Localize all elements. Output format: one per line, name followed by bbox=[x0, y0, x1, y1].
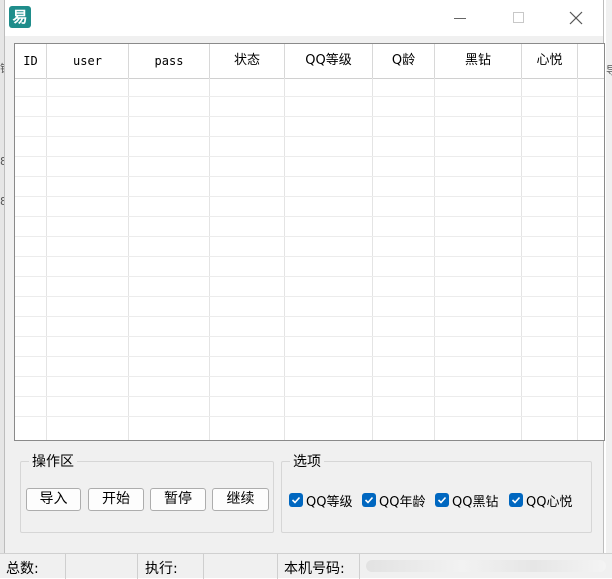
start-button[interactable]: 开始 bbox=[88, 488, 144, 511]
column-header-status[interactable]: 状态 bbox=[210, 44, 285, 78]
column-gridline bbox=[372, 78, 373, 440]
operations-legend: 操作区 bbox=[32, 454, 74, 470]
accounts-table[interactable]: ID user pass 状态 QQ等级 Q龄 黑钻 心悦 bbox=[14, 43, 605, 441]
total-count-label: 总数: bbox=[6, 561, 39, 577]
background-text-fragment: 导 bbox=[606, 64, 612, 77]
continue-button[interactable]: 继续 bbox=[212, 488, 269, 511]
status-divider bbox=[359, 554, 360, 579]
checkbox-qq-age[interactable]: QQ年龄 bbox=[362, 490, 425, 510]
status-bar: 总数: 执行: 本机号码: bbox=[0, 553, 612, 579]
row-gridline bbox=[15, 96, 604, 97]
row-gridline bbox=[15, 116, 604, 117]
row-gridline bbox=[15, 196, 604, 197]
column-header-id[interactable]: ID bbox=[15, 44, 47, 78]
column-header-xinyue[interactable]: 心悦 bbox=[522, 44, 578, 78]
row-gridline bbox=[15, 336, 604, 337]
row-gridline bbox=[15, 276, 604, 277]
app-icon[interactable]: 易 bbox=[9, 6, 31, 28]
checkbox-checked-icon[interactable] bbox=[362, 493, 376, 507]
column-header-q-age[interactable]: Q龄 bbox=[373, 44, 435, 78]
column-header-qq-level[interactable]: QQ等级 bbox=[285, 44, 373, 78]
checkbox-qq-xinyue[interactable]: QQ心悦 bbox=[509, 490, 572, 510]
close-button[interactable] bbox=[553, 0, 599, 36]
status-divider bbox=[277, 554, 278, 579]
status-divider bbox=[65, 554, 66, 579]
column-header-pass[interactable]: pass bbox=[129, 44, 210, 78]
maximize-button[interactable] bbox=[495, 0, 541, 36]
minimize-button[interactable] bbox=[437, 0, 483, 36]
column-gridline bbox=[577, 78, 578, 440]
row-gridline bbox=[15, 236, 604, 237]
title-bar[interactable]: 易 bbox=[5, 0, 603, 36]
checkbox-qq-black-diamond[interactable]: QQ黑钻 bbox=[435, 490, 498, 510]
row-gridline bbox=[15, 416, 604, 417]
column-header-black-diamond[interactable]: 黑钻 bbox=[435, 44, 522, 78]
options-legend: 选项 bbox=[293, 454, 321, 470]
row-gridline bbox=[15, 376, 604, 377]
close-icon bbox=[569, 11, 583, 25]
row-gridline bbox=[15, 136, 604, 137]
background-window-right-edge: 导 bbox=[606, 0, 612, 578]
header-divider bbox=[15, 78, 604, 79]
row-gridline bbox=[15, 396, 604, 397]
checkbox-qq-level[interactable]: QQ等级 bbox=[289, 490, 352, 510]
pause-button[interactable]: 暂停 bbox=[150, 488, 206, 511]
import-button[interactable]: 导入 bbox=[26, 488, 81, 511]
row-gridline bbox=[15, 316, 604, 317]
column-gridline bbox=[128, 78, 129, 440]
column-gridline bbox=[521, 78, 522, 440]
status-divider bbox=[137, 554, 138, 579]
checkbox-label: QQ等级 bbox=[306, 494, 353, 510]
phone-number-label: 本机号码: bbox=[284, 561, 345, 577]
column-gridline bbox=[434, 78, 435, 440]
checkbox-label: QQ年龄 bbox=[379, 494, 426, 510]
row-gridline bbox=[15, 256, 604, 257]
checkbox-label: QQ心悦 bbox=[526, 494, 573, 510]
row-gridline bbox=[15, 156, 604, 157]
checkbox-checked-icon[interactable] bbox=[289, 493, 303, 507]
checkbox-label: QQ黑钻 bbox=[452, 494, 499, 510]
column-gridline bbox=[284, 78, 285, 440]
status-divider bbox=[203, 554, 204, 579]
column-header-user[interactable]: user bbox=[47, 44, 129, 78]
row-gridline bbox=[15, 296, 604, 297]
redacted-phone-number bbox=[366, 560, 606, 572]
row-gridline bbox=[15, 356, 604, 357]
checkbox-checked-icon[interactable] bbox=[509, 493, 523, 507]
row-gridline bbox=[15, 176, 604, 177]
column-gridline bbox=[209, 78, 210, 440]
executed-count-label: 执行: bbox=[145, 561, 178, 577]
column-gridline bbox=[46, 78, 47, 440]
row-gridline bbox=[15, 216, 604, 217]
checkbox-checked-icon[interactable] bbox=[435, 493, 449, 507]
